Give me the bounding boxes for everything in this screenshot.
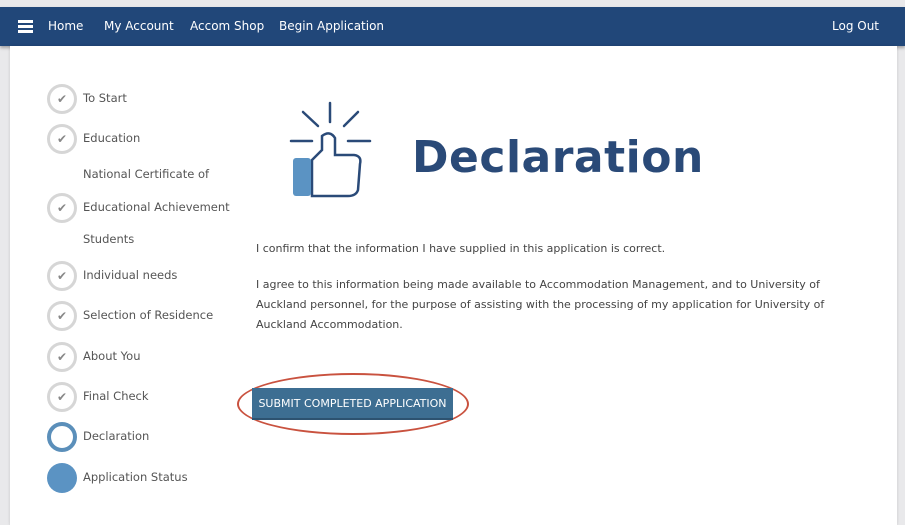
submit-application-button[interactable]: SUBMIT COMPLETED APPLICATION (252, 388, 453, 420)
nav-begin-application[interactable]: Begin Application (279, 19, 384, 33)
step-circle-current (47, 422, 77, 452)
agreement-text: I agree to this information being made a… (256, 278, 825, 331)
check-icon: ✔ (47, 124, 77, 154)
menu-icon[interactable] (18, 20, 33, 33)
thumbs-up-icon (289, 101, 372, 198)
nav-accom-shop[interactable]: Accom Shop (190, 19, 264, 33)
step-label[interactable]: Individual needs (83, 268, 177, 282)
nav-home[interactable]: Home (48, 19, 83, 33)
step-label[interactable]: Declaration (83, 429, 149, 443)
step-label[interactable]: Application Status (83, 470, 188, 484)
logout-link[interactable]: Log Out (832, 19, 879, 33)
step-label[interactable]: About You (83, 349, 140, 363)
check-icon: ✔ (47, 261, 77, 291)
top-nav: Home My Account Accom Shop Begin Applica… (0, 7, 905, 46)
step-label[interactable]: To Start (83, 91, 127, 105)
check-icon: ✔ (47, 301, 77, 331)
confirm-text: I confirm that the information I have su… (256, 242, 666, 255)
check-icon: ✔ (47, 382, 77, 412)
step-label[interactable]: Educational Achievement (83, 200, 230, 214)
step-label[interactable]: Final Check (83, 389, 149, 403)
page-title: Declaration (412, 132, 704, 183)
step-label[interactable]: Education (83, 131, 140, 145)
step-label[interactable]: Students (83, 232, 134, 246)
nav-my-account[interactable]: My Account (104, 19, 174, 33)
step-circle-future (47, 463, 77, 493)
check-icon: ✔ (47, 193, 77, 223)
check-icon: ✔ (47, 342, 77, 372)
check-icon: ✔ (47, 84, 77, 114)
step-label[interactable]: National Certificate of (83, 167, 209, 181)
step-label[interactable]: Selection of Residence (83, 308, 213, 322)
